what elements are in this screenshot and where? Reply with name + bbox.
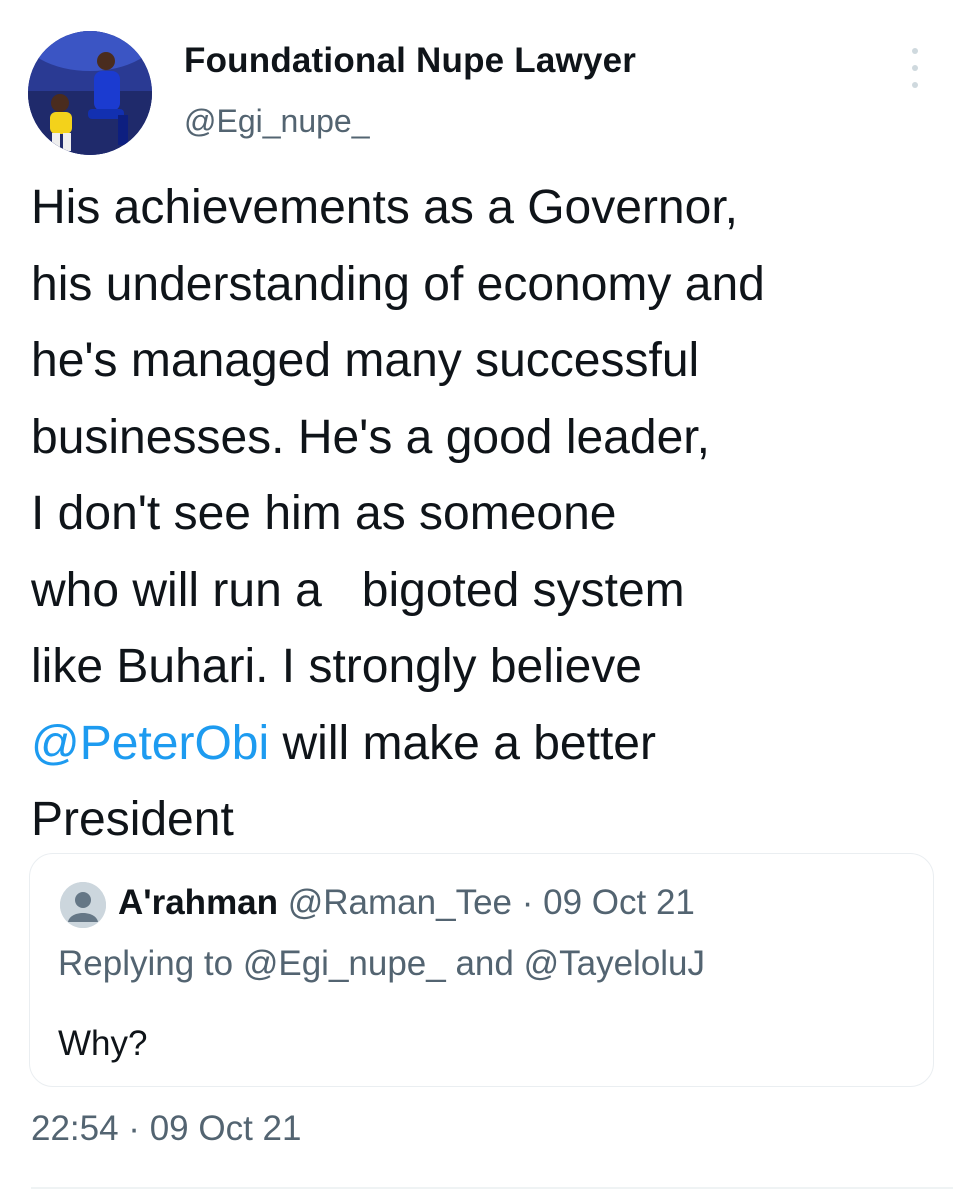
divider xyxy=(31,1187,953,1189)
tweet-line: like Buhari. I strongly believe xyxy=(31,640,642,693)
tweet-line: will make a better xyxy=(269,716,656,770)
tweet-timestamp[interactable]: 22:54 · 09 Oct 21 xyxy=(31,1109,301,1149)
more-options-icon[interactable] xyxy=(900,48,930,88)
avatar-photo xyxy=(28,31,152,155)
quoted-tweet-header: A'rahman @Raman_Tee · 09 Oct 21 xyxy=(118,883,695,923)
default-user-icon[interactable] xyxy=(60,882,106,928)
tweet-line: who will run a bigoted system xyxy=(31,563,685,617)
quoted-tweet-card[interactable]: A'rahman @Raman_Tee · 09 Oct 21 Replying… xyxy=(29,853,934,1087)
quoted-author-name[interactable]: A'rahman xyxy=(118,883,278,922)
mention-link[interactable]: @PeterObi xyxy=(31,717,269,770)
author-avatar[interactable] xyxy=(28,31,152,155)
author-handle[interactable]: @Egi_nupe_ xyxy=(184,103,370,140)
quoted-author-meta: @Raman_Tee · 09 Oct 21 xyxy=(278,883,695,922)
quoted-tweet-body: Why? xyxy=(58,1024,148,1063)
tweet-line: his understanding of economy and xyxy=(31,257,765,311)
tweet-line: I don't see him as someone xyxy=(31,487,617,540)
tweet-text: His achievements as a Governor, his unde… xyxy=(31,170,946,859)
author-display-name[interactable]: Foundational Nupe Lawyer xyxy=(184,41,636,81)
tweet-line: he's managed many successful xyxy=(31,334,700,387)
tweet-line: His achievements as a Governor, xyxy=(31,181,738,234)
tweet-line: President xyxy=(31,793,234,846)
tweet-line: businesses. He's a good leader, xyxy=(31,410,710,464)
replying-to-text: Replying to @Egi_nupe_ and @TayeloluJ xyxy=(58,944,706,983)
